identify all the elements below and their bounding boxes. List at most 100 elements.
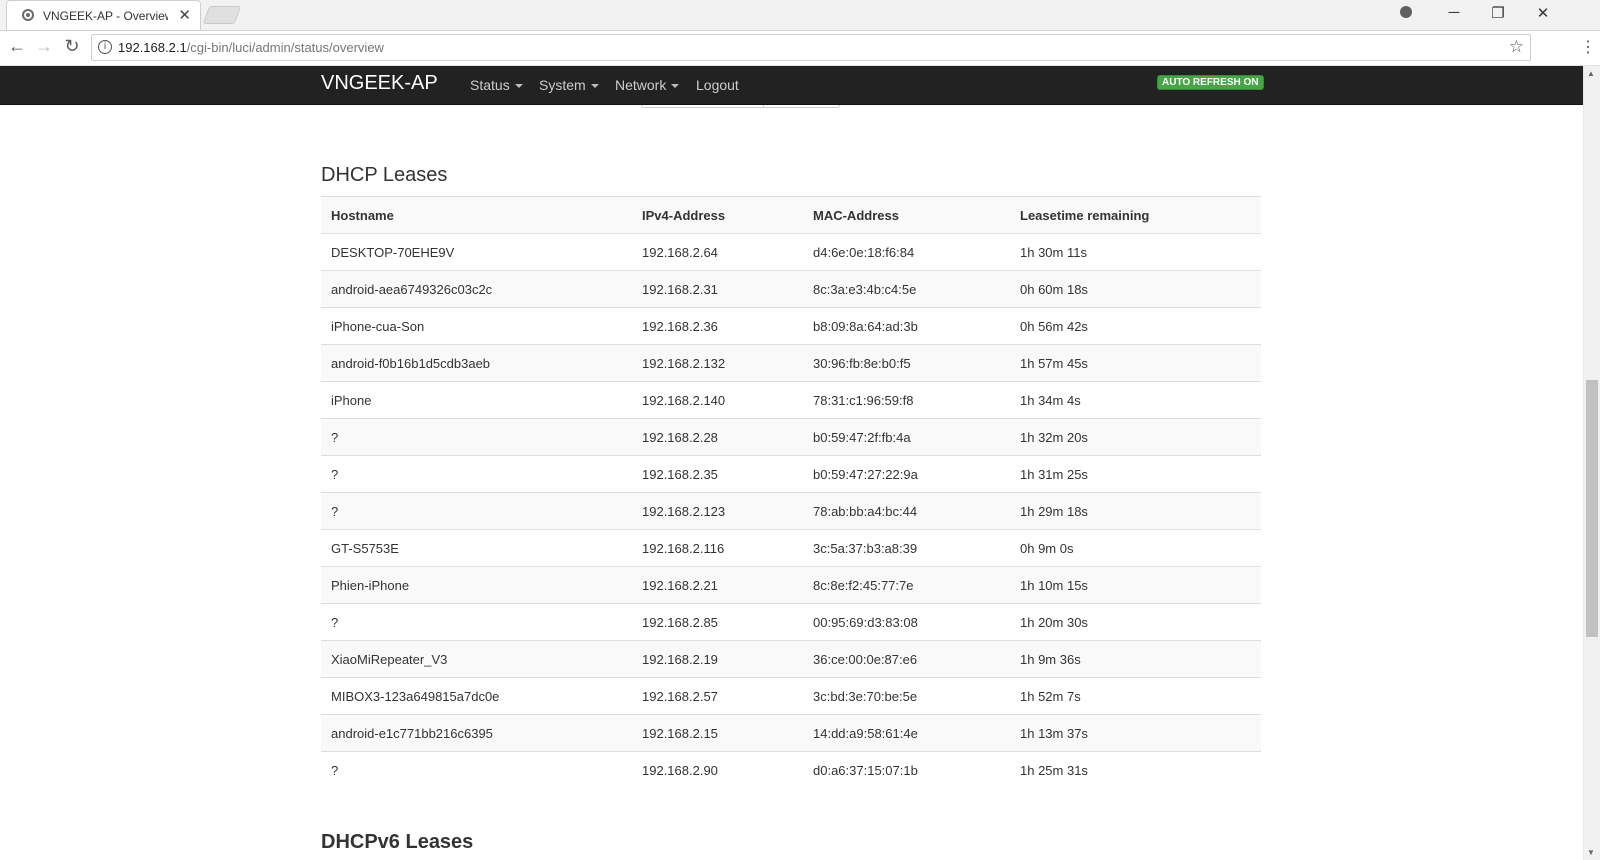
browser-tab[interactable]: VNGEEK-AP - Overview - ✕ [6, 0, 201, 30]
tab-title: VNGEEK-AP - Overview - [43, 9, 168, 23]
hostname-cell: DESKTOP-70EHE9V [321, 233, 632, 271]
caret-down-icon [671, 84, 680, 89]
leasetime-cell: 0h 60m 18s [1010, 270, 1261, 308]
minimize-icon[interactable]: ─ [1434, 4, 1474, 21]
menu-system-label: System [539, 77, 586, 93]
url-text[interactable]: 192.168.2.1/cgi-bin/luci/admin/status/ov… [118, 40, 384, 55]
table-row: iPhone 192.168.2.140 78:31:c1:96:59:f8 1h 3… [321, 381, 1261, 419]
hostname-cell: MIBOX3-123a649815a7dc0e [321, 677, 632, 715]
menu-system[interactable]: System [539, 77, 599, 93]
ipv4-cell: 192.168.2.123 [632, 492, 803, 530]
mac-cell: 8c:3a:e3:4b:c4:5e [803, 270, 1010, 308]
close-tab-icon[interactable]: ✕ [178, 6, 191, 24]
back-icon[interactable]: ← [5, 36, 29, 57]
menu-network[interactable]: Network [615, 77, 680, 93]
hostname-cell: ? [321, 492, 632, 530]
hostname-cell: iPhone-cua-Son [321, 307, 632, 345]
url-path: /cgi-bin/luci/admin/status/overview [186, 40, 384, 55]
hostname-cell: ? [321, 603, 632, 641]
auto-refresh-badge[interactable]: AUTO REFRESH ON [1157, 75, 1264, 90]
profile-icon[interactable] [1400, 6, 1412, 18]
info-icon[interactable]: i [98, 40, 112, 54]
new-tab-button[interactable] [202, 6, 242, 24]
ipv4-cell: 192.168.2.15 [632, 714, 803, 752]
scroll-down-arrow-icon[interactable]: ▼ [1587, 848, 1595, 857]
column-header-hostname: Hostname [321, 196, 632, 234]
scrollbar-thumb[interactable] [1586, 380, 1598, 637]
mac-cell: 14:dd:a9:58:61:4e [803, 714, 1010, 752]
ipv4-cell: 192.168.2.21 [632, 566, 803, 604]
leasetime-cell: 1h 10m 15s [1010, 566, 1261, 604]
menu-status-label: Status [470, 77, 510, 93]
mac-cell: 00:95:69:d3:83:08 [803, 603, 1010, 641]
browser-tabstrip: VNGEEK-AP - Overview - ✕ ─ ❐ ✕ [0, 0, 1600, 31]
menu-logout[interactable]: Logout [696, 77, 739, 93]
menu-network-label: Network [615, 77, 667, 93]
ipv4-cell: 192.168.2.28 [632, 418, 803, 456]
leasetime-cell: 1h 20m 30s [1010, 603, 1261, 641]
close-window-icon[interactable]: ✕ [1523, 4, 1563, 22]
leasetime-cell: 1h 57m 45s [1010, 344, 1261, 382]
dhcp-leases-title: DHCP Leases [321, 164, 448, 186]
table-row: ? 192.168.2.123 78:ab:bb:a4:bc:44 1h 29m 18… [321, 492, 1261, 530]
ipv4-cell: 192.168.2.85 [632, 603, 803, 641]
column-header-mac: MAC-Address [803, 196, 1010, 234]
bookmark-star-icon[interactable]: ☆ [1509, 37, 1524, 57]
leasetime-cell: 0h 9m 0s [1010, 529, 1261, 567]
table-row: iPhone-cua-Son 192.168.2.36 b8:09:8a:64:ad… [321, 307, 1261, 345]
restore-icon[interactable]: ❐ [1478, 4, 1518, 22]
leasetime-cell: 1h 31m 25s [1010, 455, 1261, 493]
hostname-cell: ? [321, 418, 632, 456]
hostname-cell: iPhone [321, 381, 632, 419]
top-navbar: VNGEEK-AP Status System Network Logout A… [0, 66, 1583, 105]
mac-cell: b8:09:8a:64:ad:3b [803, 307, 1010, 345]
column-header-leasetime: Leasetime remaining [1010, 196, 1261, 234]
table-row: android-e1c771bb216c6395 192.168.2.15 14:d… [321, 714, 1261, 752]
dhcp-leases-table: Hostname IPv4-Address MAC-Address Leaset… [321, 196, 1261, 789]
ipv4-cell: 192.168.2.57 [632, 677, 803, 715]
leasetime-cell: 1h 32m 20s [1010, 418, 1261, 456]
hostname-cell: GT-S5753E [321, 529, 632, 567]
ipv4-cell: 192.168.2.64 [632, 233, 803, 271]
page-viewport: DHCP Leases Hostname IPv4-Address MAC-Ad… [0, 66, 1583, 860]
ipv4-cell: 192.168.2.90 [632, 751, 803, 789]
hostname-cell: ? [321, 455, 632, 493]
mac-cell: 3c:5a:37:b3:a8:39 [803, 529, 1010, 567]
browser-menu-icon[interactable]: ⋮ [1580, 37, 1596, 57]
leasetime-cell: 1h 9m 36s [1010, 640, 1261, 678]
mac-cell: b0:59:47:2f:fb:4a [803, 418, 1010, 456]
mac-cell: 8c:8e:f2:45:77:7e [803, 566, 1010, 604]
dhcpv6-leases-title: DHCPv6 Leases [321, 831, 474, 853]
table-row: android-f0b16b1d5cdb3aeb 192.168.2.132 30:… [321, 344, 1261, 382]
ipv4-cell: 192.168.2.36 [632, 307, 803, 345]
reload-icon[interactable]: ↻ [60, 36, 84, 57]
caret-down-icon [590, 84, 599, 89]
ipv4-cell: 192.168.2.19 [632, 640, 803, 678]
mac-cell: 36:ce:00:0e:87:e6 [803, 640, 1010, 678]
globe-icon [22, 9, 34, 21]
forward-icon[interactable]: → [32, 36, 56, 57]
page-scrollbar[interactable]: ▲ ▼ [1583, 66, 1600, 860]
menu-status[interactable]: Status [470, 77, 523, 93]
mac-cell: b0:59:47:27:22:9a [803, 455, 1010, 493]
ipv4-cell: 192.168.2.116 [632, 529, 803, 567]
hostname-cell: android-e1c771bb216c6395 [321, 714, 632, 752]
brand-logo[interactable]: VNGEEK-AP [321, 72, 438, 95]
browser-toolbar: ← → ↻ i 192.168.2.1/cgi-bin/luci/admin/s… [0, 31, 1600, 66]
address-bar[interactable]: i 192.168.2.1/cgi-bin/luci/admin/status/… [91, 34, 1531, 61]
table-row: ? 192.168.2.90 d0:a6:37:15:07:1b 1h 25m 31s [321, 751, 1261, 789]
table-row: DESKTOP-70EHE9V 192.168.2.64 d4:6e:0e:18:f… [321, 233, 1261, 271]
ipv4-cell: 192.168.2.140 [632, 381, 803, 419]
table-row: MIBOX3-123a649815a7dc0e 192.168.2.57 3c:bd… [321, 677, 1261, 715]
mac-cell: d0:a6:37:15:07:1b [803, 751, 1010, 789]
ipv4-cell: 192.168.2.35 [632, 455, 803, 493]
scroll-up-arrow-icon[interactable]: ▲ [1587, 69, 1595, 78]
hostname-cell: Phien-iPhone [321, 566, 632, 604]
hostname-cell: XiaoMiRepeater_V3 [321, 640, 632, 678]
mac-cell: 30:96:fb:8e:b0:f5 [803, 344, 1010, 382]
table-row: Phien-iPhone 192.168.2.21 8c:8e:f2:45:77:7… [321, 566, 1261, 604]
leasetime-cell: 1h 25m 31s [1010, 751, 1261, 789]
leasetime-cell: 1h 29m 18s [1010, 492, 1261, 530]
caret-down-icon [514, 84, 523, 89]
mac-cell: 78:31:c1:96:59:f8 [803, 381, 1010, 419]
